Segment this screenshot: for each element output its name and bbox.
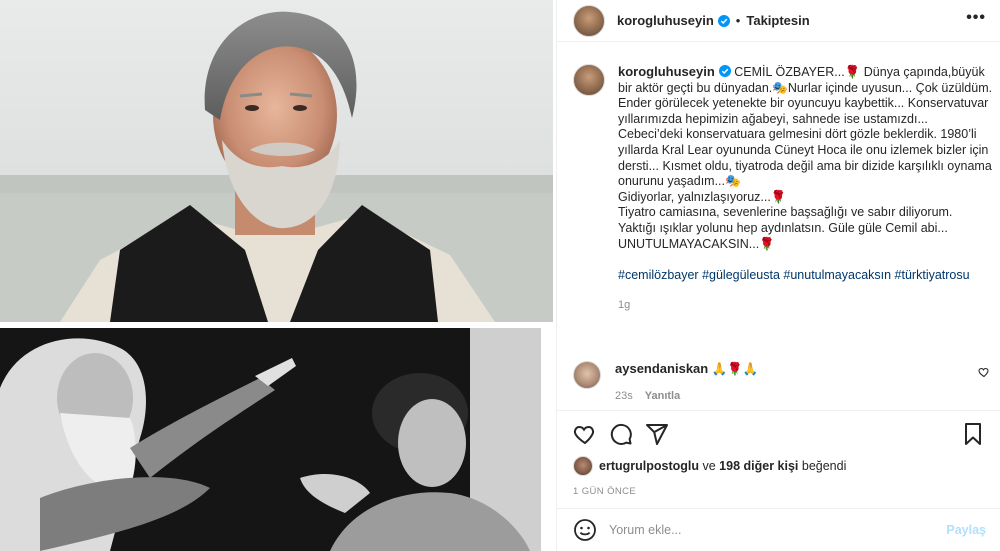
verified-badge-icon [717, 14, 730, 27]
comment-row: aysendaniskan 🙏🌹🙏 23s Yanıtla [573, 361, 990, 402]
likes-text: ertugrulpostoglu ve 198 diğer kişi beğen… [599, 459, 846, 473]
likes-suffix: beğendi [801, 459, 847, 473]
author-username[interactable]: korogluhuseyin [617, 13, 714, 28]
post-side-panel: korogluhuseyin • Takiptesin ••• korogluh… [556, 0, 1000, 551]
author-avatar[interactable] [573, 4, 605, 37]
caption-body: korogluhuseyin CEMİL ÖZBAYER...🌹 Dünya ç… [618, 64, 993, 313]
add-comment-input[interactable] [609, 523, 939, 537]
caption-text: Dünya çapında,büyük bir aktör geçti bu d… [618, 65, 993, 251]
post-caption: korogluhuseyin CEMİL ÖZBAYER...🌹 Dünya ç… [573, 64, 993, 313]
post-header: korogluhuseyin • Takiptesin ••• [557, 0, 1000, 42]
caption-timestamp: 1g [618, 298, 631, 311]
comment-meta: 23s Yanıtla [615, 390, 680, 402]
separator-dot: • [735, 13, 741, 28]
comment-icon[interactable] [609, 422, 633, 446]
share-icon[interactable] [645, 422, 669, 446]
post-media[interactable] [0, 0, 556, 551]
likes-others-count[interactable]: 198 diğer kişi [719, 459, 798, 473]
bookmark-icon[interactable] [961, 422, 985, 446]
post-actions-bar [557, 410, 1000, 455]
likes-connector: ve [702, 459, 716, 473]
caption-hashtags[interactable]: #cemilözbayer #gülegüleusta #unutulmayac… [618, 268, 993, 284]
comment-body: aysendaniskan 🙏🌹🙏 [615, 361, 758, 389]
media-gap [541, 328, 556, 551]
liker-avatar[interactable] [573, 456, 593, 476]
comment-like-heart-icon[interactable] [978, 366, 990, 378]
commenter-avatar[interactable] [573, 361, 601, 389]
commenter-username[interactable]: aysendaniskan [615, 361, 708, 376]
more-options-icon[interactable]: ••• [966, 9, 986, 27]
post-comment-button[interactable]: Paylaş [946, 523, 986, 537]
king-lear-stage-photo [0, 328, 541, 551]
following-status-button[interactable]: Takiptesin [746, 13, 809, 28]
comment-text: 🙏🌹🙏 [711, 362, 759, 376]
caption-author-avatar[interactable] [573, 64, 605, 96]
verified-badge-icon [718, 65, 731, 77]
liker-username[interactable]: ertugrulpostoglu [599, 459, 699, 473]
heart-icon[interactable] [573, 422, 597, 446]
post-time-ago: 1 GÜN ÖNCE [573, 486, 637, 497]
likes-summary[interactable]: ertugrulpostoglu ve 198 diğer kişi beğen… [573, 456, 846, 476]
emoji-icon[interactable] [573, 518, 597, 542]
caption-username[interactable]: korogluhuseyin [618, 64, 715, 79]
add-comment-bar: Paylaş [557, 508, 1000, 551]
reply-button[interactable]: Yanıtla [645, 390, 680, 402]
instagram-post-modal: korogluhuseyin • Takiptesin ••• korogluh… [0, 0, 1000, 551]
actor-portrait-photo [0, 0, 553, 322]
comment-timestamp: 23s [615, 390, 633, 402]
caption-title: CEMİL ÖZBAYER...🌹 [734, 65, 861, 79]
